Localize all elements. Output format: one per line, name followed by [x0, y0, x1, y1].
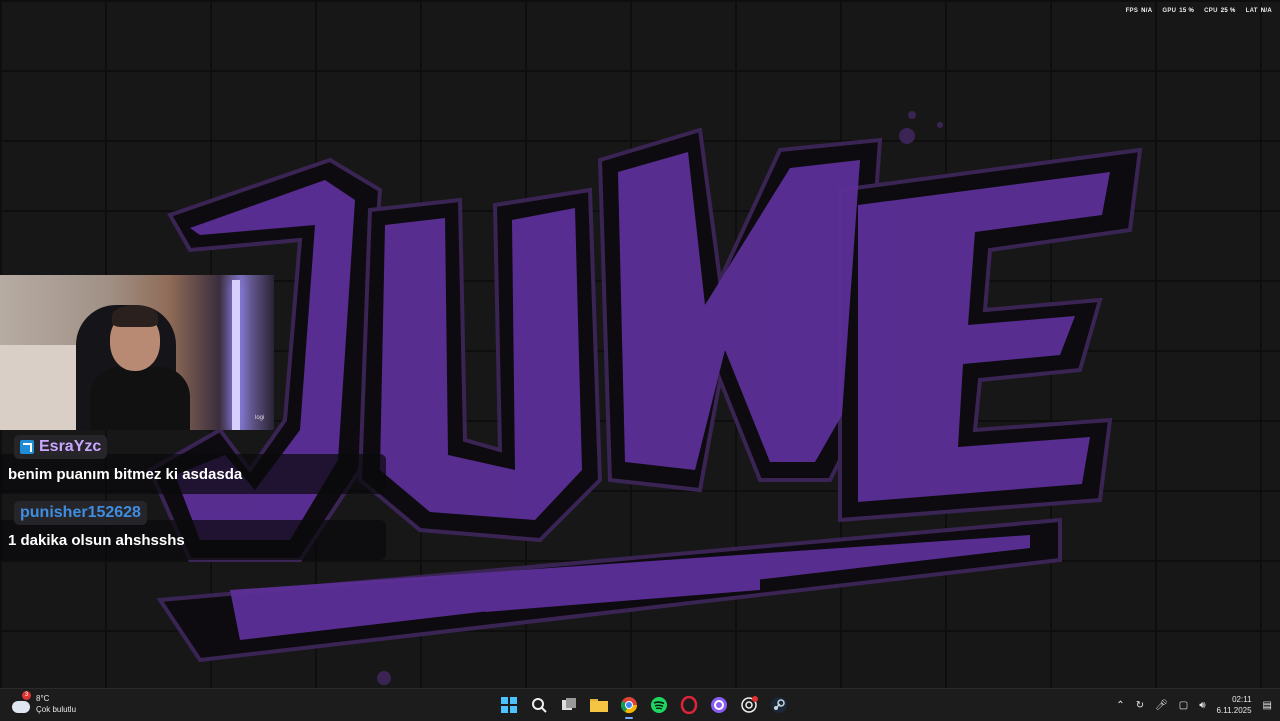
notification-badge: 3: [22, 691, 31, 700]
windows-start-button[interactable]: [497, 693, 521, 717]
webcam-person-body: [90, 367, 190, 430]
chevron-up-icon[interactable]: ⌃: [1116, 700, 1124, 711]
task-view-icon: [562, 698, 576, 710]
volume-icon[interactable]: 🔊︎: [1199, 700, 1205, 711]
chat-username-tag: EsraYzc: [14, 435, 108, 459]
opera-button[interactable]: [677, 693, 701, 717]
webcam-person-hair: [112, 305, 158, 327]
microphone-icon[interactable]: 🎤︎: [1155, 700, 1168, 711]
chrome-icon: [620, 697, 638, 714]
spotify-icon: [651, 697, 667, 713]
notification-icon[interactable]: ▤: [1263, 700, 1272, 711]
chatgpt-icon: [741, 696, 758, 713]
chat-message: benim puanım bitmez ki asdasda: [0, 454, 386, 494]
latency-readout: LAT N/A: [1245, 8, 1272, 14]
spotify-button[interactable]: [647, 693, 671, 717]
clock[interactable]: 02:11 6.11.2025: [1217, 694, 1252, 716]
steam-button[interactable]: [767, 693, 791, 717]
system-tray: ⌃ ↻ 🎤︎ ▢ 🔊︎ 02:11 6.11.2025 ▤: [1116, 689, 1272, 721]
taskbar: 3 8°C Çok bulutlu ⌃ ↻ 🎤︎ ▢ 🔊︎ 02:11 6.11…: [0, 688, 1280, 721]
performance-overlay: FPS N/A GPU 15 % CPU 25 % LAT N/A: [1126, 8, 1272, 14]
folder-icon: [590, 699, 608, 712]
search-button[interactable]: [527, 693, 551, 717]
prime-badge-icon: [20, 440, 34, 454]
cloud-icon: 3: [12, 691, 31, 713]
opera-icon: [680, 696, 698, 714]
chrome-button[interactable]: [617, 693, 641, 719]
chat-username: punisher152628: [20, 504, 141, 521]
streaming-app-button[interactable]: [707, 693, 731, 717]
chat-username-tag: punisher152628: [14, 501, 147, 525]
weather-condition: Çok bulutlu: [36, 705, 77, 714]
steam-icon: [771, 697, 787, 713]
chatgpt-button[interactable]: [737, 693, 761, 717]
chat-message-text: 1 dakika olsun ahshsshs: [8, 532, 185, 549]
taskbar-apps: [497, 693, 791, 719]
sync-icon[interactable]: ↻: [1136, 700, 1144, 711]
clock-date: 6.11.2025: [1216, 706, 1252, 715]
task-view-button[interactable]: [557, 693, 581, 717]
file-explorer-button[interactable]: [587, 693, 611, 717]
clock-time: 02:11: [1232, 695, 1252, 704]
fps-readout: FPS N/A: [1125, 8, 1153, 14]
network-icon[interactable]: ▢: [1179, 700, 1188, 711]
weather-widget[interactable]: 3 8°C Çok bulutlu: [12, 691, 77, 715]
camera-brand-label: logi: [255, 415, 265, 421]
windows-logo-icon: [501, 697, 517, 713]
webcam-bed: [0, 345, 80, 430]
streaming-app-icon: [711, 697, 727, 713]
search-icon: [532, 698, 547, 713]
cpu-readout: CPU 25 %: [1204, 8, 1236, 14]
chat-username: EsraYzc: [39, 438, 102, 455]
chat-message: 1 dakika olsun ahshsshs: [0, 520, 386, 560]
chat-message-text: benim puanım bitmez ki asdasda: [8, 466, 243, 483]
gpu-readout: GPU 15 %: [1162, 8, 1195, 14]
webcam-led-light: [232, 280, 240, 430]
weather-temperature: 8°C: [36, 694, 50, 703]
webcam-feed: logi: [0, 275, 274, 430]
